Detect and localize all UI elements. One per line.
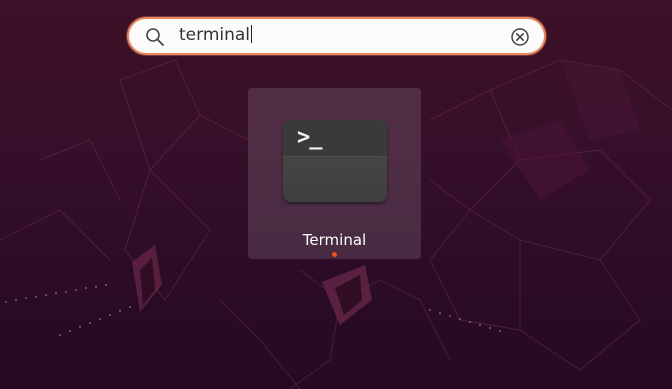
search-input[interactable]: terminal (179, 25, 499, 49)
search-result-terminal[interactable]: >_ Terminal (248, 88, 421, 259)
running-indicator (332, 252, 337, 257)
search-input-text: terminal (179, 25, 251, 45)
search-icon (146, 28, 164, 46)
text-caret (251, 25, 253, 43)
search-bar[interactable]: terminal (127, 17, 546, 55)
desktop-overview: terminal >_ Terminal (0, 0, 672, 389)
terminal-prompt-glyph: >_ (297, 125, 322, 150)
app-label: Terminal (302, 231, 367, 249)
clear-icon[interactable] (510, 27, 530, 47)
terminal-icon: >_ (283, 120, 387, 202)
